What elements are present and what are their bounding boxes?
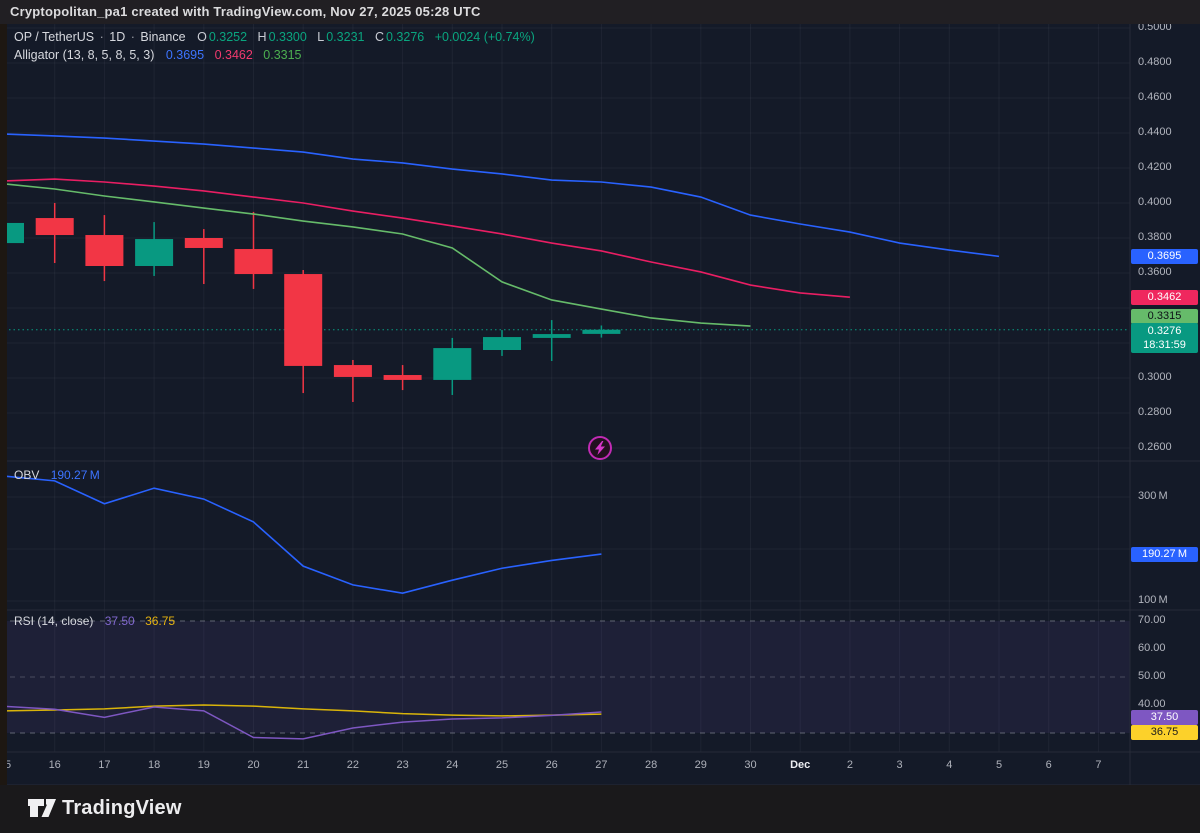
obv-legend-row[interactable]: OBV 190.27 M [14, 468, 102, 482]
rsi-axis-tick: 60.00 [1138, 642, 1166, 654]
chart-watermark-title: Cryptopolitan_pa1 created with TradingVi… [10, 4, 481, 19]
axis-badge: 36.75 [1131, 725, 1198, 740]
time-axis-label: 30 [729, 759, 773, 771]
lightning-trade-button[interactable] [588, 436, 612, 460]
price-axis-tick: 0.4200 [1138, 161, 1172, 173]
time-axis-label: 24 [430, 759, 474, 771]
time-axis-label: 23 [381, 759, 425, 771]
rsi-legend-row[interactable]: RSI (14, close) 37.50 36.75 [14, 614, 177, 628]
time-axis-label: 5 [977, 759, 1021, 771]
left-edge-strip [0, 24, 7, 785]
time-axis-label: 7 [1076, 759, 1120, 771]
rsi-axis-tick: 50.00 [1138, 670, 1166, 682]
time-axis-label: 26 [530, 759, 574, 771]
tradingview-chart-window: Cryptopolitan_pa1 created with TradingVi… [0, 0, 1200, 833]
rsi-ma-value: 36.75 [145, 614, 175, 628]
time-axis-label: 22 [331, 759, 375, 771]
time-axis-label: 25 [480, 759, 524, 771]
price-axis-tick: 0.3800 [1138, 231, 1172, 243]
obv-label[interactable]: OBV [14, 468, 39, 482]
time-axis-label: 17 [82, 759, 126, 771]
time-axis-label: 27 [579, 759, 623, 771]
close-value: 0.3276 [386, 30, 424, 44]
price-axis-tick: 0.4800 [1138, 56, 1172, 68]
lightning-icon [590, 438, 610, 458]
price-axis-tick: 0.2800 [1138, 406, 1172, 418]
time-axis-label: 21 [281, 759, 325, 771]
rsi-axis-tick: 40.00 [1138, 698, 1166, 710]
time-axis-label: 19 [182, 759, 226, 771]
price-axis-tick: 0.2600 [1138, 441, 1172, 453]
obv-axis-tick: 300 M [1138, 490, 1168, 502]
axis-badge: 0.3695 [1131, 249, 1198, 264]
title-bar: Cryptopolitan_pa1 created with TradingVi… [0, 0, 1200, 24]
alligator-teeth-value: 0.3462 [215, 48, 253, 62]
high-label: H [258, 30, 267, 44]
alligator-label[interactable]: Alligator (13, 8, 5, 8, 5, 3) [14, 48, 154, 62]
low-label: L [317, 30, 324, 44]
time-axis-label: 28 [629, 759, 673, 771]
price-axis-tick: 0.4400 [1138, 126, 1172, 138]
interval-label[interactable]: 1D [109, 30, 125, 44]
time-axis-label: 6 [1027, 759, 1071, 771]
tradingview-logo-icon [27, 796, 57, 820]
alligator-lips-value: 0.3315 [263, 48, 301, 62]
low-value: 0.3231 [326, 30, 364, 44]
axis-badge: 37.50 [1131, 710, 1198, 725]
price-axis-tick: 0.4000 [1138, 196, 1172, 208]
price-axis-tick: 0.4600 [1138, 91, 1172, 103]
axis-badge: 0.3315 [1131, 309, 1198, 324]
open-value: 0.3252 [209, 30, 247, 44]
symbol-title[interactable]: OP / TetherUS [14, 30, 94, 44]
alligator-legend-row[interactable]: Alligator (13, 8, 5, 8, 5, 3) 0.3695 0.3… [14, 48, 304, 62]
price-badge-countdown: 0.327618:31:59 [1131, 323, 1198, 353]
tradingview-logo-text: TradingView [62, 797, 182, 820]
axis-badge: 0.3462 [1131, 290, 1198, 305]
price-axis-tick: 0.3600 [1138, 266, 1172, 278]
rsi-label[interactable]: RSI (14, close) [14, 614, 93, 628]
time-axis-label: 20 [232, 759, 276, 771]
alligator-jaw-value: 0.3695 [166, 48, 204, 62]
time-axis-label: 2 [828, 759, 872, 771]
open-label: O [197, 30, 207, 44]
close-label: C [375, 30, 384, 44]
time-axis-label: 3 [878, 759, 922, 771]
axis-badge: 190.27 M [1131, 547, 1198, 562]
chart-canvas[interactable] [0, 0, 1200, 833]
time-axis-label: 4 [927, 759, 971, 771]
chart-plot [0, 0, 1200, 833]
footer-bar: TradingView [0, 785, 1200, 833]
exchange-label[interactable]: Binance [140, 30, 185, 44]
high-value: 0.3300 [269, 30, 307, 44]
obv-value: 190.27 M [51, 468, 100, 482]
symbol-legend-row[interactable]: OP / TetherUS · 1D · Binance O0.3252 H0.… [14, 30, 537, 44]
obv-axis-tick: 100 M [1138, 594, 1168, 606]
time-axis-label: 16 [33, 759, 77, 771]
time-axis-label: 18 [132, 759, 176, 771]
rsi-value: 37.50 [105, 614, 135, 628]
time-axis-label: 29 [679, 759, 723, 771]
price-axis-tick: 0.3000 [1138, 371, 1172, 383]
rsi-axis-tick: 70.00 [1138, 614, 1166, 626]
time-axis-label: Dec [778, 759, 822, 771]
change-value: +0.0024 (+0.74%) [435, 30, 535, 44]
